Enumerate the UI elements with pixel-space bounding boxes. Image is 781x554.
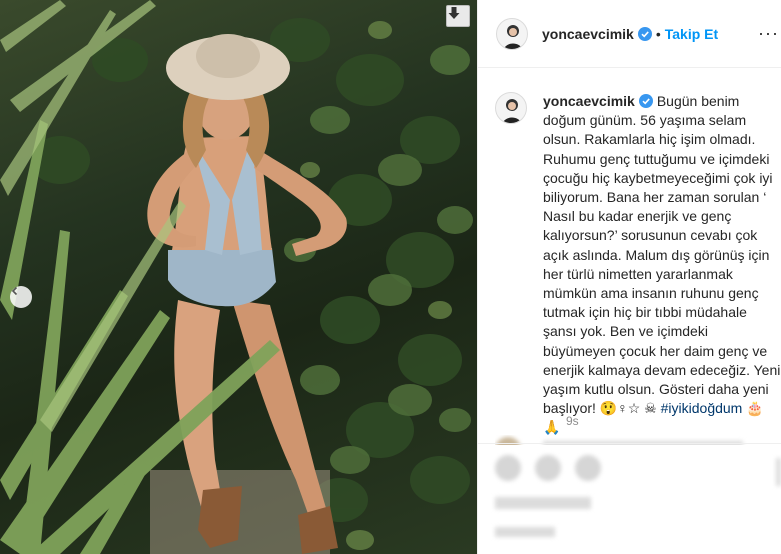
verified-badge-icon — [638, 94, 653, 108]
post-photo[interactable] — [0, 0, 477, 554]
post-date-blurred — [495, 527, 555, 537]
verified-badge-icon — [637, 26, 652, 41]
divider — [477, 443, 781, 444]
save-icon[interactable] — [776, 458, 781, 486]
follow-button[interactable]: Takip Et — [665, 26, 718, 42]
avatar[interactable] — [496, 17, 528, 50]
share-icon[interactable] — [575, 455, 601, 481]
comment-icon[interactable] — [535, 455, 561, 481]
caption-body: Bugün benim doğum günüm. 56 yaşıma selam… — [543, 93, 781, 417]
caption-text: yoncaevcimik Bugün benim doğum günüm. 56 … — [543, 92, 781, 438]
username-link[interactable]: yoncaevcimik — [542, 26, 634, 42]
carousel-prev-button[interactable] — [10, 286, 32, 308]
caption-username-link[interactable]: yoncaevcimik — [543, 93, 635, 109]
photo-scene — [0, 0, 473, 554]
post-header: yoncaevcimik • Takip Et ··· — [478, 0, 781, 68]
chevron-left-icon — [11, 286, 18, 296]
post-timestamp: 9s — [566, 414, 579, 428]
separator-dot: • — [655, 25, 661, 42]
avatar-image — [503, 24, 523, 49]
likes-count-blurred — [495, 497, 591, 509]
more-options-button[interactable]: ··· — [758, 23, 779, 44]
action-bar — [495, 455, 601, 485]
like-icon[interactable] — [495, 455, 521, 481]
caption-avatar[interactable] — [495, 92, 527, 124]
download-arrow-icon — [448, 7, 460, 19]
hashtag-link[interactable]: #iyikidoğdum — [661, 400, 743, 416]
download-button[interactable] — [446, 5, 470, 27]
